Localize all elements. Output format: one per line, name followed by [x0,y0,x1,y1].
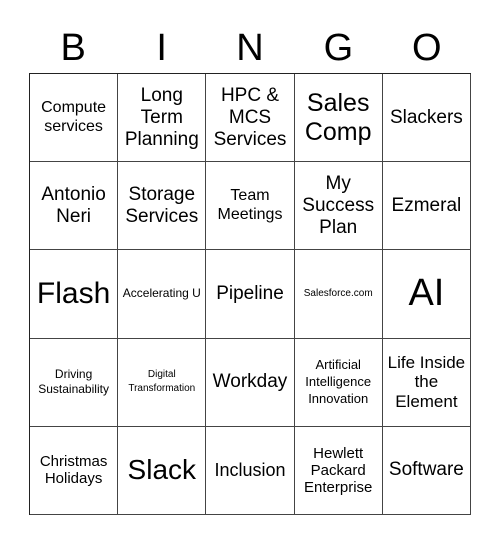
bingo-cell[interactable]: Hewlett Packard Enterprise [294,426,383,515]
bingo-cell[interactable]: HPC & MCS Services [206,74,295,163]
bingo-cell[interactable]: Driving Sustainability [30,338,119,427]
bingo-cell[interactable]: Artificial Intelligence Innovation [294,338,383,427]
bingo-cell[interactable]: Team Meetings [206,162,295,251]
bingo-card-grid: Compute services Long Term Planning HPC … [29,73,471,515]
bingo-cell[interactable]: Sales Comp [294,74,383,163]
header-letter-n: N [236,27,264,69]
bingo-cell[interactable]: Pipeline [206,250,295,339]
bingo-cell[interactable]: Slack [118,426,207,515]
header-letter-g: G [323,27,354,69]
bingo-cell[interactable]: Compute services [30,74,119,163]
bingo-cell[interactable]: Long Term Planning [118,74,207,163]
bingo-cell[interactable]: Slackers [382,74,471,163]
bingo-cell[interactable]: Accelerating U [118,250,207,339]
bingo-cell[interactable]: Christmas Holidays [30,426,119,515]
bingo-cell[interactable]: Inclusion [206,426,295,515]
bingo-cell[interactable]: Flash [30,250,119,339]
header-letter-b: B [60,27,86,69]
bingo-cell[interactable]: Life Inside the Element [382,338,471,427]
header-letter-o: O [412,27,442,69]
bingo-cell[interactable]: Ezmeral [382,162,471,251]
bingo-cell[interactable]: Antonio Neri [30,162,119,251]
bingo-cell[interactable]: Storage Services [118,162,207,251]
bingo-header: B I N G O [29,24,471,72]
bingo-cell[interactable]: AI [382,250,471,339]
bingo-cell[interactable]: My Success Plan [294,162,383,251]
header-letter-i: I [156,27,167,69]
bingo-cell[interactable]: Software [382,426,471,515]
bingo-cell[interactable]: Workday [206,338,295,427]
bingo-cell[interactable]: Digital Transformation [118,338,207,427]
bingo-cell[interactable]: Salesforce.com [294,250,383,339]
